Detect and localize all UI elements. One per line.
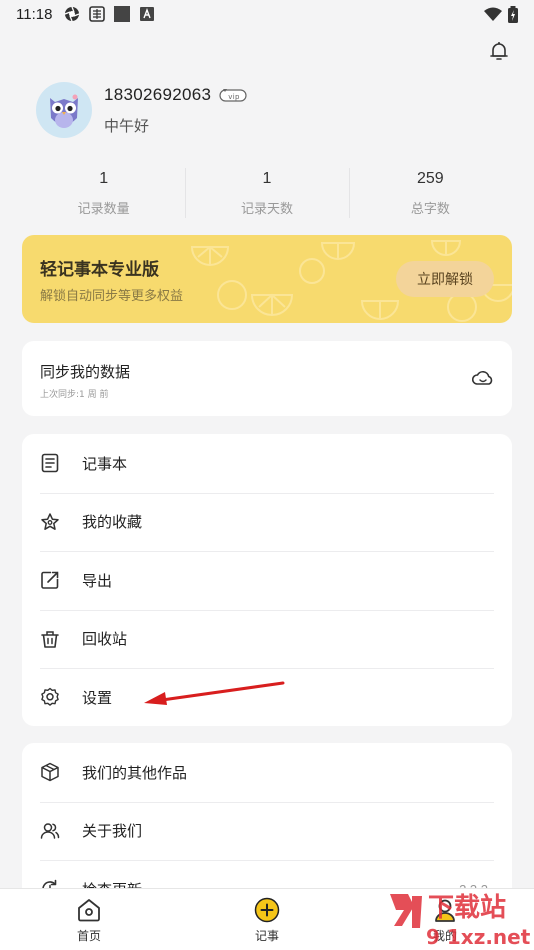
site-watermark-logo: 下载站 9 1xz.net bbox=[390, 893, 531, 949]
keyboard-icon bbox=[89, 6, 106, 22]
square-icon bbox=[114, 6, 131, 22]
menu-item-label: 记事本 bbox=[82, 454, 128, 473]
box-icon bbox=[41, 763, 59, 782]
greeting-text: 中午好 bbox=[104, 116, 150, 135]
notification-bell-icon[interactable] bbox=[488, 40, 510, 62]
stat-label: 总字数 bbox=[410, 202, 450, 217]
phone-number: 18302692063 bbox=[104, 84, 212, 104]
notebook-icon bbox=[41, 453, 59, 473]
menu-item-label: 回收站 bbox=[82, 630, 128, 649]
stat-record-count: 1 记录数量 bbox=[22, 164, 185, 220]
wifi-icon bbox=[484, 7, 502, 21]
status-system-icons bbox=[484, 5, 518, 23]
vip-badge-icon[interactable]: vip bbox=[219, 88, 247, 102]
owl-avatar-icon bbox=[50, 94, 78, 128]
star-icon bbox=[41, 513, 59, 530]
svg-text:vip: vip bbox=[229, 93, 241, 101]
status-time: 11:18 bbox=[16, 5, 53, 23]
red-arrow-annotation bbox=[144, 681, 285, 705]
watermark-domain: 9 1xz.net bbox=[426, 925, 531, 949]
pro-upgrade-card[interactable]: 轻记事本专业版 解锁自动同步等更多权益 立即解锁 bbox=[22, 235, 512, 323]
stat-word-count: 259 总字数 bbox=[348, 164, 512, 220]
tab-home[interactable]: 首页 bbox=[0, 889, 178, 950]
sync-data-card[interactable]: 同步我的数据 上次同步:1 周 前 bbox=[22, 341, 512, 416]
profile-header[interactable]: 18302692063 vip 中午好 bbox=[36, 82, 247, 138]
users-icon bbox=[40, 823, 60, 839]
status-notification-icons bbox=[64, 6, 155, 22]
battery-icon bbox=[508, 5, 518, 23]
menu-item-label: 我的收藏 bbox=[82, 513, 143, 532]
stats-row: 1 记录数量 1 记录天数 259 总字数 bbox=[22, 164, 512, 220]
gear-icon bbox=[41, 688, 59, 707]
menu-item-label: 设置 bbox=[82, 688, 113, 707]
stat-value: 1 bbox=[262, 170, 272, 187]
aperture-icon bbox=[65, 6, 80, 22]
stat-label: 记录天数 bbox=[240, 202, 293, 217]
menu-item-about-us[interactable]: 关于我们 bbox=[22, 801, 512, 861]
tab-label: 记事 bbox=[254, 929, 279, 943]
menu-card-secondary: 我们的其他作品 关于我们 检查更新 2.3.2 bbox=[22, 743, 512, 903]
trash-icon bbox=[41, 631, 59, 648]
menu-item-label: 导出 bbox=[82, 571, 113, 590]
pro-subtitle: 解锁自动同步等更多权益 bbox=[40, 289, 184, 304]
menu-item-label: 我们的其他作品 bbox=[82, 763, 188, 782]
pro-title: 轻记事本专业版 bbox=[40, 260, 159, 280]
stat-value: 259 bbox=[416, 170, 444, 187]
add-circle-icon bbox=[254, 897, 280, 923]
unlock-button[interactable]: 立即解锁 bbox=[396, 261, 494, 297]
menu-item-other-apps[interactable]: 我们的其他作品 bbox=[22, 743, 512, 802]
stat-label: 记录数量 bbox=[77, 202, 130, 217]
app-a-icon bbox=[140, 7, 155, 21]
status-bar: 11:18 bbox=[0, 0, 534, 28]
tab-notes[interactable]: 记事 bbox=[178, 889, 356, 950]
avatar[interactable] bbox=[36, 82, 92, 138]
menu-item-label: 关于我们 bbox=[82, 822, 143, 841]
watermark-text: 下载站 bbox=[428, 893, 506, 923]
menu-item-notebook[interactable]: 记事本 bbox=[22, 434, 512, 493]
stat-value: 1 bbox=[99, 170, 109, 187]
sync-last-time: 上次同步:1 周 前 bbox=[40, 390, 109, 400]
tab-label: 首页 bbox=[76, 929, 101, 943]
export-icon bbox=[41, 571, 59, 590]
menu-item-favorites[interactable]: 我的收藏 bbox=[22, 492, 512, 552]
sync-title: 同步我的数据 bbox=[40, 363, 131, 381]
home-icon bbox=[78, 899, 100, 922]
stat-record-days: 1 记录天数 bbox=[185, 164, 348, 220]
menu-item-recycle-bin[interactable]: 回收站 bbox=[22, 609, 512, 669]
cloud-sync-icon[interactable] bbox=[472, 368, 494, 388]
menu-item-export[interactable]: 导出 bbox=[22, 551, 512, 610]
